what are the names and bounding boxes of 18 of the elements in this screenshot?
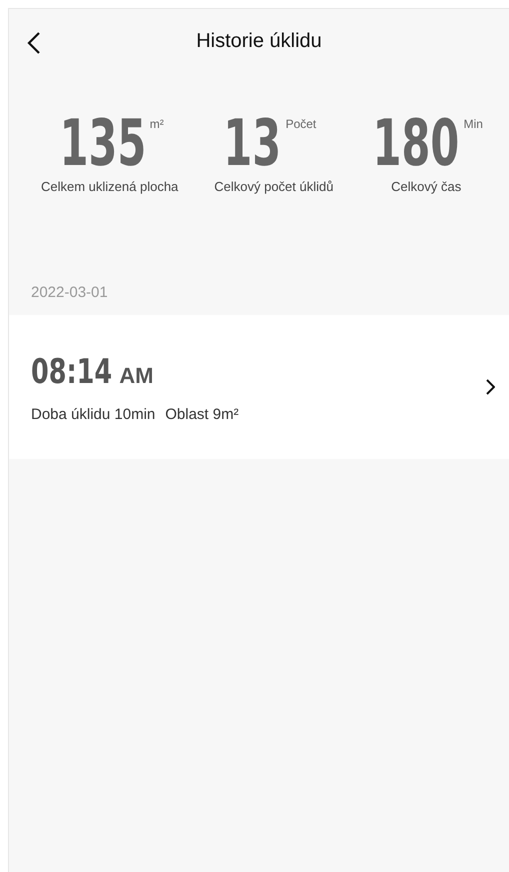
stat-unit: Počet — [286, 117, 316, 131]
stat-label: Celkem uklizená plocha — [40, 179, 178, 194]
stat-unit: m² — [150, 117, 164, 131]
stat-label: Celkový čas — [391, 179, 462, 194]
stat-value: 13 — [224, 111, 282, 177]
record-duration: Doba úklidu 10min — [31, 406, 156, 422]
stat-unit: Min — [464, 117, 483, 131]
chevron-right-icon — [486, 379, 495, 395]
stat-value: 180 — [373, 111, 460, 177]
page-title: Historie úklidu — [196, 30, 322, 52]
record-time: 08:14 — [31, 352, 112, 392]
date-heading: 2022-03-01 — [30, 283, 109, 303]
back-icon — [27, 31, 41, 55]
stat-value: 135 — [59, 111, 146, 177]
record-area: Oblast 9m² — [165, 406, 239, 422]
cleaning-record-card[interactable]: 08:14 AM Doba úklidu 10min Oblast 9m² — [9, 315, 509, 459]
record-ampm: AM — [119, 362, 154, 388]
stat-label: Celkový počet úklidů — [214, 179, 334, 194]
